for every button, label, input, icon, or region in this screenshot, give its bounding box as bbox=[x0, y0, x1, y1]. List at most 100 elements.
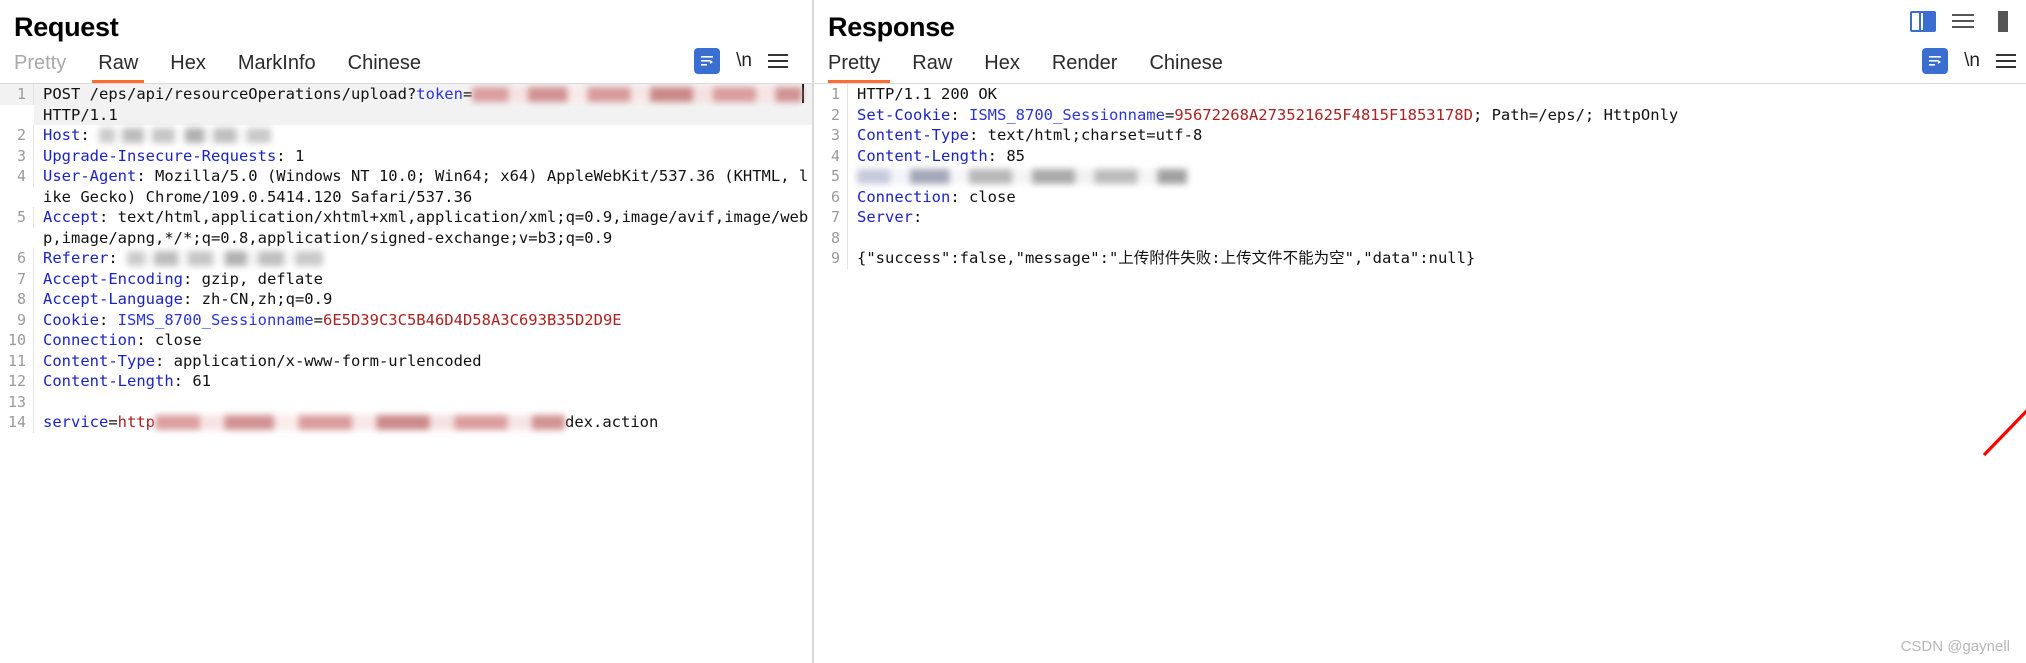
line-number: 8 bbox=[814, 227, 848, 248]
line-number: 3 bbox=[0, 145, 34, 166]
watermark: CSDN @gaynell bbox=[1900, 638, 2010, 655]
line-content: POST /eps/api/resourceOperations/upload?… bbox=[34, 84, 812, 125]
tab-response-render[interactable]: Render bbox=[1036, 52, 1134, 83]
newline-toggle-icon[interactable]: \n bbox=[736, 50, 752, 72]
line-number: 2 bbox=[814, 104, 848, 125]
code-token: Content-Type bbox=[857, 126, 969, 144]
line-number: 4 bbox=[0, 166, 34, 187]
line-number: 4 bbox=[814, 145, 848, 166]
code-token: = bbox=[313, 310, 323, 329]
code-token: ISMS_8700_Sessionname bbox=[969, 105, 1165, 124]
line-number: 7 bbox=[0, 268, 34, 289]
tab-request-chinese[interactable]: Chinese bbox=[332, 52, 437, 83]
code-token: : text/html;charset=utf-8 bbox=[968, 126, 1203, 144]
tab-response-chinese[interactable]: Chinese bbox=[1133, 52, 1238, 83]
response-code-area[interactable]: 1 HTTP/1.1 200 OK 2 Set-Cookie: ISMS_8700_S… bbox=[814, 83, 2026, 655]
code-token: : bbox=[99, 310, 118, 329]
tab-request-pretty[interactable]: Pretty bbox=[14, 52, 82, 83]
code-token: : application/x-www-form-urlencoded bbox=[154, 351, 482, 370]
code-line: 7 Server: bbox=[814, 207, 2026, 228]
text-caret bbox=[802, 84, 805, 103]
code-line: 11 Content-Type: application/x-www-form-u… bbox=[0, 350, 812, 372]
line-content bbox=[848, 166, 2026, 187]
code-token: ISMS_8700_Sessionname bbox=[117, 310, 314, 329]
tab-response-raw[interactable]: Raw bbox=[896, 52, 968, 83]
code-token: Accept-Encoding bbox=[43, 269, 183, 288]
code-line: 9 {"success":false,"message":"上传附件失败:上传文件… bbox=[814, 248, 2026, 269]
code-line: 3 Content-Type: text/html;charset=utf-8 bbox=[814, 125, 2026, 146]
code-token: Connection bbox=[43, 331, 137, 349]
line-number: 8 bbox=[0, 289, 34, 310]
line-number: 3 bbox=[814, 125, 848, 146]
code-token: Connection bbox=[857, 187, 951, 206]
line-content: Server: bbox=[848, 207, 2026, 228]
tab-response-pretty[interactable]: Pretty bbox=[828, 52, 896, 83]
code-token: Cookie bbox=[43, 310, 99, 329]
request-code-area[interactable]: 1 POST /eps/api/resourceOperations/upload… bbox=[0, 83, 812, 655]
single-pane-icon[interactable] bbox=[1988, 8, 2018, 34]
word-wrap-icon[interactable] bbox=[1922, 48, 1949, 74]
code-token: Accept-Language bbox=[43, 290, 183, 308]
line-content: User-Agent: Mozilla/5.0 (Windows NT 10.0… bbox=[34, 166, 812, 207]
line-content: {"success":false,"message":"上传附件失败:上传文件不… bbox=[848, 248, 2026, 269]
code-token: : 85 bbox=[987, 146, 1025, 165]
code-token: : bbox=[108, 249, 127, 267]
burp-suite-request-response-viewer: Request Pretty Raw Hex MarkInfo Chinese bbox=[0, 0, 2026, 663]
line-content: Accept-Encoding: gzip, deflate bbox=[34, 269, 812, 290]
code-token: 6E5D39C3C5B46D4D58A3C693B35D2D9E bbox=[322, 310, 622, 329]
response-toolbar: \n bbox=[1922, 48, 2016, 74]
code-token: HTTP/1.1 bbox=[43, 105, 118, 124]
request-panel: Request Pretty Raw Hex MarkInfo Chinese bbox=[0, 0, 812, 663]
line-content: HTTP/1.1 200 OK bbox=[848, 84, 2026, 105]
line-content: Connection: close bbox=[848, 187, 2026, 208]
redacted-text bbox=[127, 251, 323, 266]
hamburger-menu-icon[interactable] bbox=[768, 54, 788, 68]
code-line: 5 Accept: text/html,application/xhtml+xml… bbox=[0, 207, 812, 248]
line-number: 11 bbox=[0, 350, 34, 371]
line-number: 1 bbox=[0, 84, 34, 105]
line-content: Cookie: ISMS_8700_Sessionname=6E5D39C3C5… bbox=[34, 310, 812, 331]
code-line: 6 Referer: bbox=[0, 248, 812, 269]
code-token: : zh-CN,zh;q=0.9 bbox=[182, 290, 333, 308]
code-token: = bbox=[1164, 105, 1175, 124]
code-line: 13 bbox=[0, 391, 812, 412]
code-token: Content-Type bbox=[43, 351, 155, 370]
request-panel-title: Request bbox=[14, 12, 119, 42]
code-token: : bbox=[80, 126, 99, 144]
code-token: : bbox=[913, 208, 932, 226]
code-token: Host bbox=[43, 126, 81, 144]
code-line: 7 Accept-Encoding: gzip, deflate bbox=[0, 268, 812, 290]
line-content: Upgrade-Insecure-Requests: 1 bbox=[34, 146, 812, 167]
line-number: 6 bbox=[814, 186, 848, 207]
code-token: = bbox=[462, 85, 473, 103]
hamburger-menu-icon[interactable] bbox=[1996, 54, 2016, 68]
code-token: Server bbox=[857, 208, 913, 226]
line-number: 7 bbox=[814, 207, 848, 228]
word-wrap-icon[interactable] bbox=[694, 48, 721, 74]
code-token: Referer bbox=[43, 249, 109, 267]
line-number: 12 bbox=[0, 371, 34, 392]
list-view-icon[interactable] bbox=[1948, 8, 1978, 34]
line-content: Content-Type: application/x-www-form-url… bbox=[34, 351, 812, 372]
code-token: : bbox=[950, 105, 969, 124]
line-number: 1 bbox=[814, 84, 848, 105]
code-line: 5 bbox=[814, 166, 2026, 187]
code-token: Accept bbox=[43, 208, 99, 226]
code-token: : close bbox=[136, 331, 202, 349]
newline-toggle-icon[interactable]: \n bbox=[1964, 50, 1980, 72]
tab-request-hex[interactable]: Hex bbox=[154, 52, 222, 83]
code-token: 95672268A273521625F4815F1853178D bbox=[1174, 105, 1473, 124]
split-view-icon[interactable] bbox=[1908, 8, 1938, 34]
tab-request-raw[interactable]: Raw bbox=[82, 52, 154, 83]
line-content: service=http dex.action bbox=[34, 412, 812, 433]
tab-response-hex[interactable]: Hex bbox=[968, 52, 1036, 83]
redacted-text bbox=[857, 169, 1187, 184]
code-token: : Mozilla/5.0 (Windows NT 10.0; Win64; x… bbox=[43, 167, 809, 206]
redacted-text bbox=[472, 87, 803, 102]
request-toolbar: \n bbox=[694, 48, 788, 74]
line-content: Content-Length: 61 bbox=[34, 371, 812, 392]
redacted-text bbox=[155, 415, 565, 430]
code-token: POST /eps/api/resourceOperations/upload? bbox=[43, 85, 417, 103]
tab-request-markinfo[interactable]: MarkInfo bbox=[222, 52, 332, 83]
line-number: 10 bbox=[0, 330, 34, 351]
